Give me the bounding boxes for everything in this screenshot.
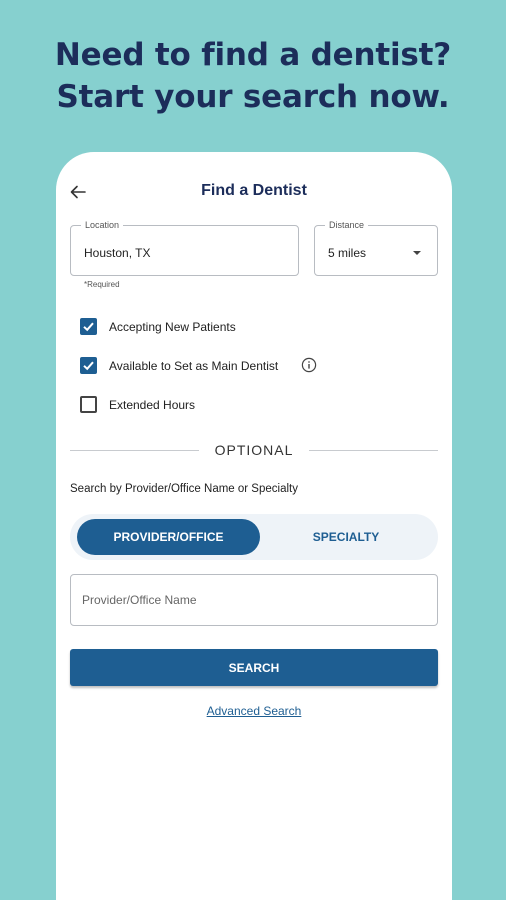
phone-screen: Find a Dentist Location Houston, TX *Req… xyxy=(56,152,452,900)
info-icon[interactable] xyxy=(301,357,317,373)
checkbox-checked-icon[interactable] xyxy=(80,357,97,374)
checkbox-accepting-new-patients[interactable]: Accepting New Patients xyxy=(80,318,440,336)
top-app-bar: Find a Dentist xyxy=(56,178,452,206)
checkbox-label: Available to Set as Main Dentist xyxy=(109,359,279,373)
provider-office-name-input[interactable] xyxy=(70,574,438,626)
search-type-toggle: PROVIDER/OFFICE SPECIALTY xyxy=(70,514,438,560)
promo-headline: Need to find a dentist? Start your searc… xyxy=(0,34,506,118)
checkbox-unchecked-icon[interactable] xyxy=(80,396,97,413)
location-value[interactable]: Houston, TX xyxy=(84,246,150,260)
tab-specialty[interactable]: SPECIALTY xyxy=(260,519,432,555)
required-note: *Required xyxy=(84,280,120,289)
divider-right xyxy=(309,450,438,451)
search-by-label: Search by Provider/Office Name or Specia… xyxy=(70,483,298,495)
checkbox-label: Accepting New Patients xyxy=(109,320,236,334)
headline-line-1: Need to find a dentist? xyxy=(54,37,452,73)
advanced-search-link[interactable]: Advanced Search xyxy=(56,704,452,718)
checkbox-main-dentist[interactable]: Available to Set as Main Dentist xyxy=(80,357,440,375)
search-button[interactable]: SEARCH xyxy=(70,649,438,686)
location-label: Location xyxy=(81,219,124,231)
distance-dropdown[interactable]: Distance 5 miles xyxy=(314,219,438,276)
checkbox-extended-hours[interactable]: Extended Hours xyxy=(80,396,440,414)
page-title: Find a Dentist xyxy=(201,182,307,199)
distance-value: 5 miles xyxy=(328,246,367,260)
caret-down-icon[interactable] xyxy=(413,251,421,255)
distance-label: Distance xyxy=(325,219,369,231)
checkbox-checked-icon[interactable] xyxy=(80,318,97,335)
location-field[interactable]: Location Houston, TX xyxy=(70,219,299,276)
tab-provider-office[interactable]: PROVIDER/OFFICE xyxy=(77,519,260,555)
headline-line-2: Start your search now. xyxy=(56,79,450,115)
checkbox-label: Extended Hours xyxy=(109,398,196,412)
